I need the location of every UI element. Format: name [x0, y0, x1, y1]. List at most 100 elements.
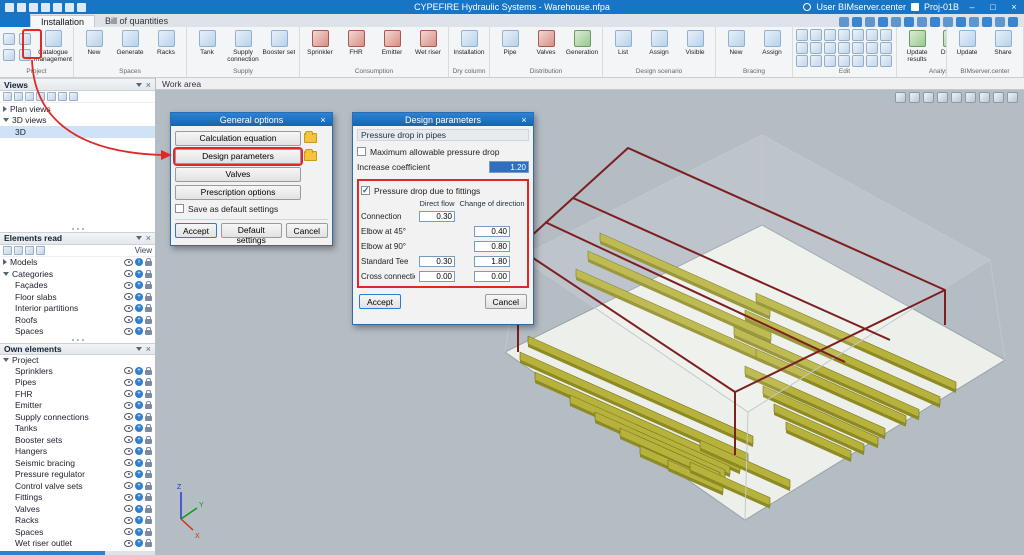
- ribbon-button-catalogue-management[interactable]: Catalogue management: [36, 29, 70, 64]
- ribbon-button-booster-set[interactable]: Booster set: [262, 29, 296, 64]
- add-circle-icon[interactable]: [135, 367, 143, 375]
- cross-connection-direct-input[interactable]: [419, 271, 455, 282]
- user-label[interactable]: User BIMserver.center: [816, 2, 906, 12]
- add-circle-icon[interactable]: [135, 539, 143, 547]
- panel-collapse-icon[interactable]: [136, 347, 142, 351]
- tree-item-project[interactable]: Project: [0, 355, 155, 365]
- screenshot-icon[interactable]: [909, 92, 920, 103]
- add-circle-icon[interactable]: [135, 493, 143, 501]
- trim-icon[interactable]: [796, 55, 808, 67]
- ribbon-button-assign-scenario[interactable]: Assign: [642, 29, 676, 64]
- print-icon[interactable]: [41, 3, 50, 12]
- lock-icon[interactable]: [145, 404, 152, 409]
- info-circle-icon[interactable]: [135, 258, 143, 266]
- tree-item-racks[interactable]: Racks: [0, 515, 155, 527]
- measure-icon[interactable]: [982, 17, 992, 27]
- tree-item-plan-views[interactable]: Plan views: [0, 103, 155, 115]
- lock-icon[interactable]: [145, 261, 152, 266]
- scrollbar-thumb[interactable]: [0, 551, 105, 555]
- collapse-icon[interactable]: [3, 118, 9, 122]
- tab-installation[interactable]: Installation: [30, 15, 95, 27]
- ribbon-button-update[interactable]: Update: [950, 29, 984, 64]
- ribbon-button-valves[interactable]: Valves: [529, 29, 563, 64]
- layers-icon[interactable]: [937, 92, 948, 103]
- visibility-eye-icon[interactable]: [124, 413, 133, 420]
- tree-item-wet-riser-outlet[interactable]: Wet riser outlet: [0, 538, 155, 550]
- tree-item-models[interactable]: Models: [0, 257, 155, 268]
- minimize-button[interactable]: [964, 0, 980, 14]
- add-circle-icon[interactable]: [135, 304, 143, 312]
- settings-icon[interactable]: [77, 3, 86, 12]
- ribbon-button-pipe[interactable]: Pipe: [493, 29, 527, 64]
- lock-icon[interactable]: [145, 370, 152, 375]
- add-circle-icon[interactable]: [135, 293, 143, 301]
- lock-icon[interactable]: [145, 427, 152, 432]
- folder-icon[interactable]: [304, 151, 317, 161]
- profile-icon[interactable]: [895, 92, 906, 103]
- ribbon-button-list[interactable]: List: [606, 29, 640, 64]
- visibility-eye-icon[interactable]: [124, 540, 133, 547]
- visibility-eye-icon[interactable]: [124, 425, 133, 432]
- tree-item-tanks[interactable]: Tanks: [0, 423, 155, 435]
- snap-icon[interactable]: [880, 55, 892, 67]
- previous-view-icon[interactable]: [904, 17, 914, 27]
- section-view-icon[interactable]: [969, 17, 979, 27]
- sun-icon[interactable]: [993, 92, 1004, 103]
- move-down-icon[interactable]: [58, 92, 67, 101]
- cancel-button[interactable]: Cancel: [286, 223, 328, 238]
- accept-button[interactable]: Accept: [175, 223, 217, 238]
- app-menu-button[interactable]: [0, 14, 30, 27]
- move-icon[interactable]: [838, 29, 850, 41]
- tree-item-spaces[interactable]: Spaces: [0, 326, 155, 338]
- visibility-eye-icon[interactable]: [124, 305, 133, 312]
- cancel-button[interactable]: Cancel: [485, 294, 527, 309]
- add-circle-icon[interactable]: [135, 447, 143, 455]
- ribbon-button-tank[interactable]: Tank: [190, 29, 224, 64]
- group-icon[interactable]: [852, 55, 864, 67]
- zoom-extents-icon[interactable]: [878, 17, 888, 27]
- tree-item-3d[interactable]: 3D: [0, 126, 155, 138]
- lock-all-icon[interactable]: [36, 246, 45, 255]
- lock-icon[interactable]: [145, 381, 152, 386]
- scale-icon[interactable]: [810, 42, 822, 54]
- tree-item-facades[interactable]: Façades: [0, 280, 155, 292]
- cube-view-icon[interactable]: [979, 92, 990, 103]
- lock-icon[interactable]: [145, 296, 152, 301]
- lock-icon[interactable]: [145, 416, 152, 421]
- expand-icon[interactable]: [3, 259, 7, 265]
- add-circle-icon[interactable]: [135, 316, 143, 324]
- new-view-icon[interactable]: [3, 92, 12, 101]
- zoom-window-icon[interactable]: [865, 17, 875, 27]
- tree-item-emitter[interactable]: Emitter: [0, 400, 155, 412]
- panel-close-icon[interactable]: [146, 344, 151, 354]
- visibility-eye-icon[interactable]: [124, 505, 133, 512]
- visibility-eye-icon[interactable]: [124, 494, 133, 501]
- ribbon-button-assign-bracing[interactable]: Assign: [755, 29, 789, 64]
- front-view-icon[interactable]: [943, 17, 953, 27]
- tree-item-sprinklers[interactable]: Sprinklers: [0, 365, 155, 377]
- add-circle-icon[interactable]: [135, 505, 143, 513]
- collapse-icon[interactable]: [3, 358, 9, 362]
- fittings-checkbox[interactable]: [361, 186, 370, 195]
- ribbon-button-fhr[interactable]: FHR: [339, 29, 373, 64]
- tree-item-seismic-bracing[interactable]: Seismic bracing: [0, 457, 155, 469]
- add-circle-icon[interactable]: [135, 327, 143, 335]
- add-circle-icon[interactable]: [135, 459, 143, 467]
- copy-icon[interactable]: [824, 29, 836, 41]
- visibility-eye-icon[interactable]: [124, 316, 133, 323]
- visibility-eye-icon[interactable]: [124, 293, 133, 300]
- redo-icon[interactable]: [65, 3, 74, 12]
- print-view-icon[interactable]: [69, 92, 78, 101]
- redraw-icon[interactable]: [839, 17, 849, 27]
- pan-icon[interactable]: [891, 17, 901, 27]
- panel-close-icon[interactable]: [146, 80, 151, 90]
- tree-item-floor-slabs[interactable]: Floor slabs: [0, 291, 155, 303]
- visibility-eye-icon[interactable]: [124, 282, 133, 289]
- visibility-eye-icon[interactable]: [124, 328, 133, 335]
- show-all-icon[interactable]: [25, 246, 34, 255]
- lock-icon[interactable]: [145, 319, 152, 324]
- project-label[interactable]: Proj-01B: [924, 2, 959, 12]
- standard-tee-direct-input[interactable]: [419, 256, 455, 267]
- dialog-close-icon[interactable]: [317, 113, 329, 126]
- invert-icon[interactable]: [824, 42, 836, 54]
